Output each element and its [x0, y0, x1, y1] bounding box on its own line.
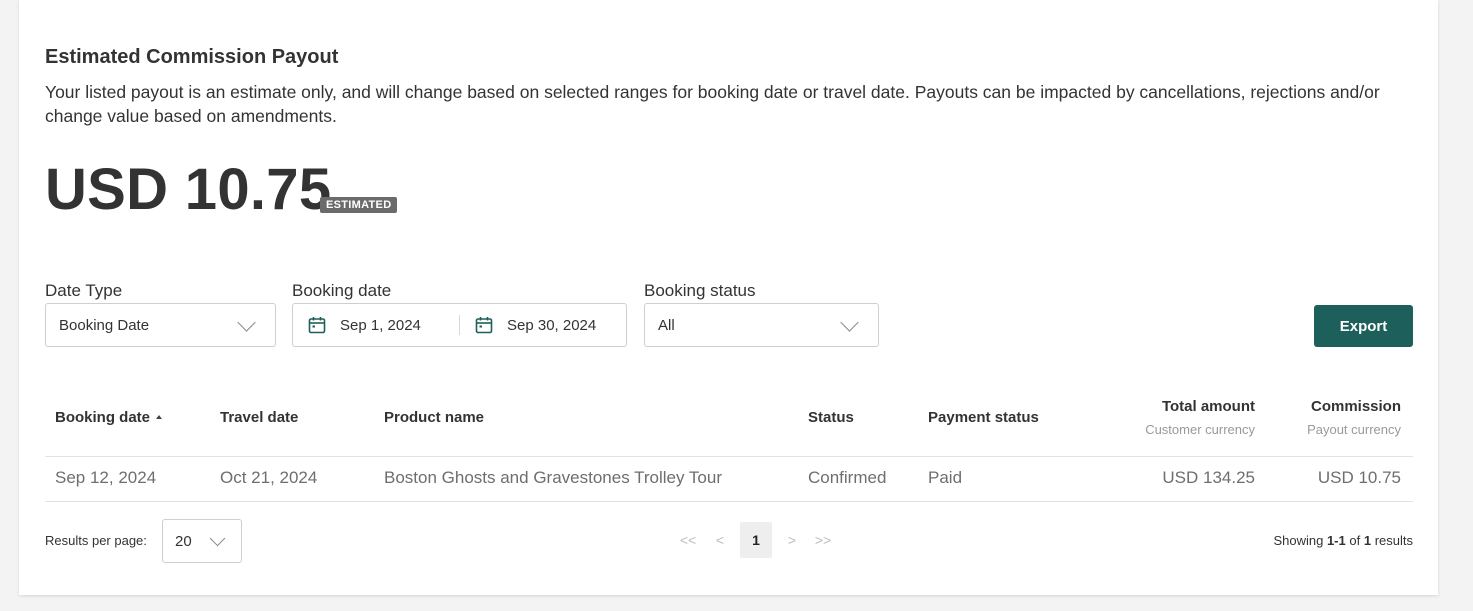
table-header-divider: [45, 456, 1413, 457]
results-summary-suffix: results: [1374, 533, 1413, 548]
results-per-page-value: 20: [175, 532, 192, 550]
payout-amount: USD 10.75: [45, 157, 332, 222]
cell-status: Confirmed: [808, 468, 887, 487]
calendar-icon: [475, 317, 493, 334]
last-page-button[interactable]: >>: [809, 522, 837, 558]
estimated-badge: ESTIMATED: [320, 197, 398, 213]
results-summary-prefix: Showing: [1273, 533, 1324, 548]
results-summary-total: 1: [1363, 533, 1372, 548]
booking-date-label: Booking date: [292, 281, 392, 300]
table-row-divider: [45, 501, 1413, 502]
booking-date-end-value: Sep 30, 2024: [507, 316, 597, 334]
current-page-button[interactable]: 1: [740, 522, 772, 558]
cell-commission: USD 10.75: [1317, 468, 1401, 487]
column-subheader-commission: Payout currency: [1307, 422, 1401, 437]
calendar-icon: [308, 317, 326, 334]
cell-payment-status: Paid: [928, 468, 963, 487]
cell-product-name: Boston Ghosts and Gravestones Trolley To…: [384, 468, 722, 487]
date-type-select[interactable]: Booking Date: [45, 303, 276, 347]
next-page-button[interactable]: >: [781, 522, 803, 558]
column-header-payment-status: Payment status: [928, 409, 1039, 426]
export-button[interactable]: Export: [1314, 305, 1413, 347]
results-per-page-label: Results per page:: [45, 533, 147, 548]
chevron-down-icon: [237, 312, 256, 332]
booking-date-end[interactable]: Sep 30, 2024: [460, 304, 626, 346]
cell-booking-date: Sep 12, 2024: [55, 468, 157, 487]
section-description: Your listed payout is an estimate only, …: [45, 82, 1380, 126]
column-header-booking-date[interactable]: Booking date: [55, 409, 163, 426]
column-header-status: Status: [808, 409, 854, 426]
booking-status-label: Booking status: [644, 281, 756, 300]
chevron-down-icon: [209, 530, 226, 546]
booking-status-select[interactable]: All: [644, 303, 879, 347]
column-header-total-amount: Total amount: [1161, 398, 1255, 415]
booking-date-range: Sep 1, 2024 Sep 30, 2024: [292, 303, 627, 347]
column-header-travel-date: Travel date: [220, 409, 299, 426]
cell-total-amount: USD 134.25: [1162, 468, 1255, 487]
results-summary-range: 1-1: [1326, 533, 1346, 548]
cell-travel-date: Oct 21, 2024: [220, 468, 318, 487]
booking-date-start[interactable]: Sep 1, 2024: [293, 304, 459, 346]
column-header-booking-date-label: Booking date: [55, 409, 151, 426]
date-type-label: Date Type: [45, 281, 123, 300]
chevron-down-icon: [840, 312, 859, 332]
results-per-page-select[interactable]: 20: [162, 519, 242, 563]
column-header-product-name: Product name: [384, 409, 485, 426]
booking-date-start-value: Sep 1, 2024: [340, 316, 421, 334]
column-subheader-total-amount: Customer currency: [1145, 422, 1255, 437]
previous-page-button[interactable]: <: [709, 522, 731, 558]
results-summary-of: of: [1349, 533, 1361, 548]
column-header-commission: Commission: [1310, 398, 1401, 415]
first-page-button[interactable]: <<: [675, 522, 701, 558]
payout-card-content: Estimated Commission Payout Your listed …: [45, 0, 1413, 595]
date-type-value: Booking Date: [59, 316, 150, 334]
booking-status-value: All: [658, 316, 675, 334]
sort-ascending-icon: [156, 414, 163, 419]
section-heading: Estimated Commission Payout: [45, 46, 339, 68]
results-summary: Showing 1-1 of 1 results: [1269, 533, 1413, 548]
payout-card: Estimated Commission Payout Your listed …: [19, 0, 1438, 595]
